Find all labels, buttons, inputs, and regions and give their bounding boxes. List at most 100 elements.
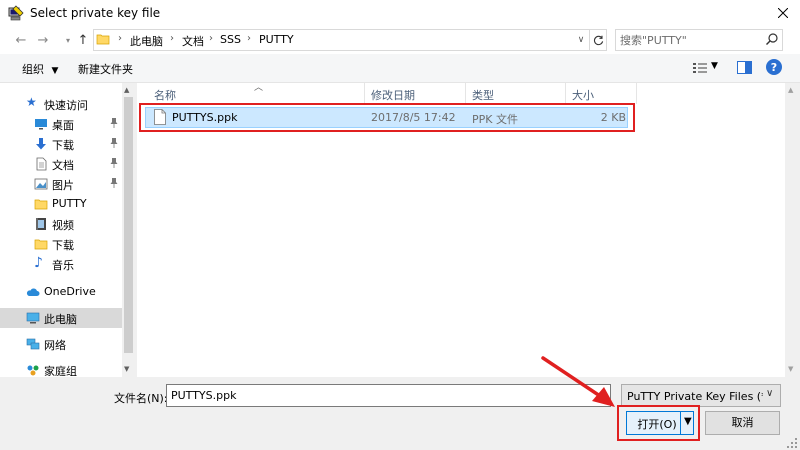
nav-item-downloads[interactable]: 下载	[0, 134, 122, 154]
column-header-name[interactable]: 名称	[154, 87, 176, 103]
breadcrumb-separator-icon: ›	[118, 33, 122, 44]
breadcrumb-this-pc[interactable]: 此电脑	[130, 33, 163, 49]
nav-label: 此电脑	[44, 313, 77, 326]
filename-label: 文件名(N):	[114, 392, 168, 405]
nav-item-documents[interactable]: 文档	[0, 154, 122, 174]
organize-button[interactable]: 组织 ▼	[22, 61, 58, 77]
picture-icon	[34, 178, 48, 190]
column-divider[interactable]	[636, 83, 637, 104]
breadcrumb-separator-icon: ›	[209, 33, 213, 44]
column-divider[interactable]	[465, 83, 466, 104]
cancel-button[interactable]: 取消	[705, 411, 780, 435]
column-divider[interactable]	[364, 83, 365, 104]
breadcrumb-documents[interactable]: 文档	[182, 33, 204, 49]
sort-ascending-icon: ︿	[254, 83, 264, 93]
chevron-down-icon: ∨	[766, 388, 774, 399]
chevron-down-icon: ▼	[51, 66, 59, 76]
nav-quick-access[interactable]: ★ 快速访问	[0, 94, 122, 114]
nav-item-pictures[interactable]: 图片	[0, 174, 122, 194]
chevron-down-icon: ∨	[577, 35, 585, 45]
close-button[interactable]	[766, 0, 800, 26]
help-icon[interactable]: ?	[766, 59, 782, 75]
nav-homegroup[interactable]: 家庭组	[0, 360, 122, 376]
search-input[interactable]	[620, 31, 760, 49]
resize-grip-icon[interactable]	[786, 437, 798, 449]
back-button[interactable]: ←	[12, 31, 30, 49]
scroll-down-icon[interactable]: ▼	[788, 365, 793, 373]
breadcrumb-putty[interactable]: PUTTY	[259, 33, 294, 46]
refresh-icon	[593, 35, 603, 45]
address-dropdown-button[interactable]: ∨	[573, 31, 589, 49]
computer-icon	[26, 312, 40, 324]
nav-this-pc[interactable]: 此电脑	[0, 308, 122, 328]
breadcrumb-sss[interactable]: SSS	[220, 33, 241, 46]
folder-icon	[34, 199, 48, 210]
file-list-scrollbar[interactable]	[785, 83, 800, 377]
column-header-size[interactable]: 大小	[572, 87, 594, 103]
nav-label: 网络	[44, 339, 66, 352]
pin-icon	[110, 138, 118, 148]
nav-label: 图片	[52, 179, 74, 192]
column-header-type[interactable]: 类型	[472, 87, 494, 103]
nav-item-downloads-folder[interactable]: 下载	[0, 234, 122, 254]
view-options-icon[interactable]	[692, 61, 708, 75]
nav-network[interactable]: 网络	[0, 334, 122, 354]
star-icon: ★	[26, 95, 37, 109]
nav-label: 快速访问	[44, 99, 88, 112]
nav-item-desktop[interactable]: 桌面	[0, 114, 122, 134]
folder-icon	[34, 239, 48, 250]
chevron-down-icon[interactable]: ▼	[711, 61, 718, 71]
search-icon	[766, 33, 778, 45]
refresh-button[interactable]	[589, 30, 606, 50]
network-icon	[26, 338, 40, 350]
back-arrow-icon: ←	[15, 32, 27, 48]
nav-label: 下载	[52, 139, 74, 152]
pin-icon	[110, 158, 118, 168]
nav-label: 视频	[52, 219, 74, 232]
up-button[interactable]: ↑	[74, 31, 92, 49]
column-divider[interactable]	[565, 83, 566, 104]
pin-icon	[110, 118, 118, 128]
forward-button[interactable]: →	[34, 31, 52, 49]
breadcrumb-separator-icon: ›	[170, 33, 174, 44]
desktop-icon	[35, 119, 47, 130]
nav-item-putty[interactable]: PUTTY	[0, 194, 122, 214]
nav-label: 文档	[52, 159, 74, 172]
new-folder-button[interactable]: 新建文件夹	[78, 61, 133, 77]
nav-label: PUTTY	[52, 197, 87, 210]
organize-label: 组织	[22, 63, 44, 76]
homegroup-icon	[27, 365, 39, 376]
nav-label: 家庭组	[44, 365, 77, 376]
annotation-highlight-box	[617, 405, 700, 441]
music-icon: ♪	[34, 255, 43, 271]
annotation-highlight-box	[139, 103, 635, 132]
close-icon	[778, 8, 788, 18]
download-icon	[36, 138, 46, 150]
document-icon	[36, 157, 47, 171]
up-arrow-icon: ↑	[77, 32, 89, 48]
column-header-modified[interactable]: 修改日期	[371, 87, 415, 103]
video-icon	[36, 218, 46, 230]
nav-item-music[interactable]: ♪ 音乐	[0, 254, 122, 274]
breadcrumb-separator-icon: ›	[247, 33, 251, 44]
chevron-down-icon: ▾	[65, 35, 70, 45]
nav-label: 下载	[52, 239, 74, 252]
scroll-down-icon[interactable]: ▼	[124, 365, 129, 373]
nav-label: 音乐	[52, 259, 74, 272]
nav-label: 桌面	[52, 119, 74, 132]
scroll-up-icon[interactable]: ▲	[124, 86, 129, 94]
window-title: Select private key file	[30, 6, 161, 20]
preview-pane-icon[interactable]	[737, 61, 752, 74]
nav-onedrive[interactable]: OneDrive	[0, 282, 122, 302]
cloud-icon	[26, 288, 40, 296]
pin-icon	[110, 178, 118, 188]
nav-label: OneDrive	[44, 285, 96, 298]
folder-icon	[96, 34, 110, 45]
nav-item-videos[interactable]: 视频	[0, 214, 122, 234]
nav-scrollbar-thumb[interactable]	[124, 97, 133, 353]
putty-app-icon	[8, 5, 24, 21]
forward-arrow-icon: →	[37, 32, 49, 48]
scroll-up-icon[interactable]: ▲	[788, 86, 793, 94]
filetype-value: PuTTY Private Key Files (*.pp	[627, 390, 763, 403]
annotation-arrow-icon	[541, 356, 615, 407]
